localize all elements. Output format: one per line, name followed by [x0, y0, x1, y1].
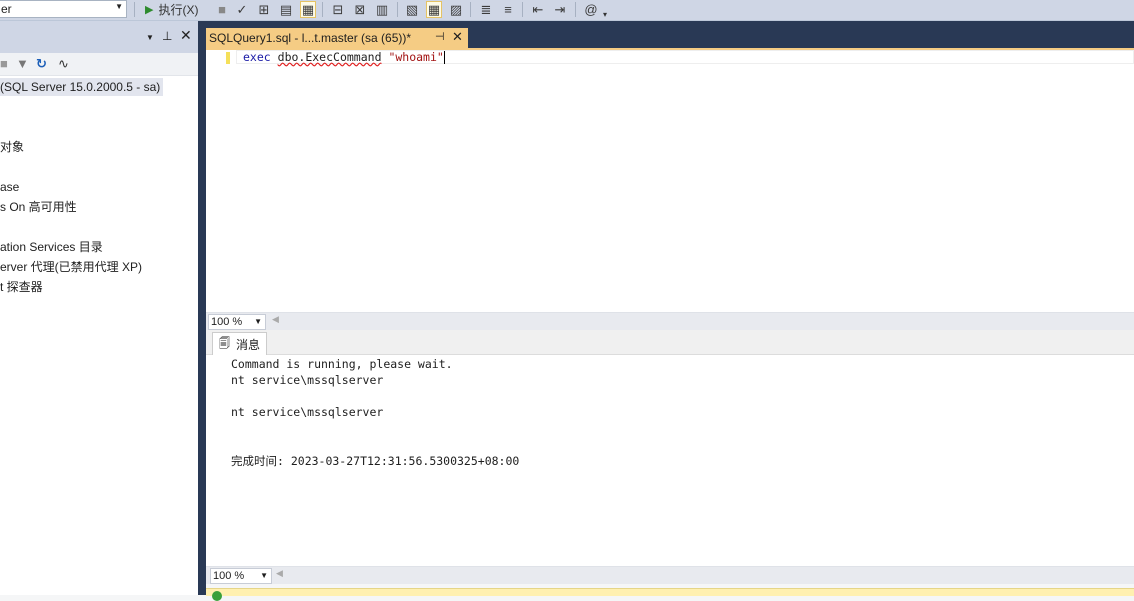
- template-params-icon[interactable]: @: [583, 1, 599, 18]
- editor-margin: [206, 50, 222, 312]
- object-explorer-header: ▼ ⊥ ✕: [0, 21, 198, 53]
- comment-icon[interactable]: ≣: [478, 1, 494, 18]
- query-options-icon[interactable]: ⊟: [330, 1, 346, 18]
- calculator-icon[interactable]: ▦: [300, 1, 316, 18]
- execute-label: 执行(X): [158, 3, 199, 17]
- code-object: dbo.ExecCommand: [277, 50, 382, 64]
- tab-sqlquery1[interactable]: SQLQuery1.sql - l...t.master (sa (65))* …: [206, 28, 468, 48]
- messages-icon: 🗐: [219, 337, 230, 350]
- tab-title: SQLQuery1.sql - l...t.master (sa (65))*: [209, 31, 412, 45]
- close-icon[interactable]: ✕: [452, 29, 463, 45]
- success-icon: [212, 591, 222, 601]
- scroll-left-icon[interactable]: ◀: [276, 568, 283, 579]
- change-indicator: [226, 52, 230, 64]
- messages-tab-label: 消息: [236, 337, 261, 352]
- toolbar-separator: [134, 2, 135, 17]
- filter-icon[interactable]: ▼: [16, 56, 29, 71]
- dropdown-icon[interactable]: ▼: [146, 33, 154, 42]
- check-icon[interactable]: ✓: [234, 1, 250, 18]
- tree-item[interactable]: ase: [0, 178, 19, 196]
- editor-zoom-select[interactable]: 100 % ▼: [208, 314, 266, 330]
- close-icon[interactable]: ✕: [180, 27, 192, 44]
- zoom-value: 100 %: [213, 570, 245, 582]
- object-explorer: ▼ ⊥ ✕ ■ ▼ ↻ ∿ (SQL Server 15.0.2000.5 - …: [0, 21, 198, 595]
- tree-item[interactable]: 对象: [0, 138, 24, 156]
- main-toolbar: er ▼ ▶ 执行(X) ■ ✓ ⊞ ▤ ▦ ⊟ ⊠ ▥ ▧ ▦ ▨ ≣ ≡ ⇤…: [0, 0, 1134, 21]
- tree-item[interactable]: erver 代理(已禁用代理 XP): [0, 258, 142, 276]
- message-line: 完成时间: 2023-03-27T12:31:56.5300325+08:00: [231, 454, 520, 468]
- results-zoom-select[interactable]: 100 % ▼: [210, 568, 272, 584]
- results-file-icon[interactable]: ▨: [448, 1, 464, 18]
- uncomment-icon[interactable]: ≡: [500, 1, 516, 18]
- execute-button[interactable]: ▶ 执行(X): [142, 1, 204, 18]
- toolbar-separator: [575, 2, 576, 17]
- indent-icon[interactable]: ⇥: [552, 1, 568, 18]
- disconnect-icon[interactable]: ■: [0, 56, 8, 71]
- tree-item[interactable]: ation Services 目录: [0, 238, 103, 256]
- tab-messages[interactable]: 🗐 消息: [212, 332, 268, 355]
- toolbar-separator: [470, 2, 471, 17]
- include-plan-icon[interactable]: ⊠: [352, 1, 368, 18]
- refresh-icon[interactable]: ↻: [36, 56, 47, 72]
- messages-pane[interactable]: Command is running, please wait. nt serv…: [206, 355, 1134, 566]
- message-line: Command is running, please wait.: [231, 357, 453, 371]
- code-keyword: exec: [243, 50, 271, 64]
- results-tabbar: 🗐 消息: [206, 330, 1134, 355]
- play-icon: ▶: [145, 4, 154, 16]
- plan-icon[interactable]: ⊞: [256, 1, 272, 18]
- pin-icon[interactable]: ⊣: [435, 30, 445, 43]
- code-string: "whoami": [388, 50, 444, 64]
- message-line: nt service\mssqlserver: [231, 405, 384, 419]
- database-value: er: [1, 2, 12, 16]
- outdent-icon[interactable]: ⇤: [530, 1, 546, 18]
- zoom-value: 100 %: [211, 316, 243, 328]
- splitter[interactable]: [198, 21, 206, 595]
- database-selector[interactable]: er ▼: [0, 0, 127, 18]
- results-grid-icon[interactable]: ▧: [404, 1, 420, 18]
- object-explorer-toolbar: ■ ▼ ↻ ∿: [0, 53, 198, 76]
- activity-icon[interactable]: ∿: [58, 56, 69, 72]
- text-cursor: [443, 51, 445, 64]
- code-line[interactable]: exec dbo.ExecCommand "whoami": [243, 50, 445, 64]
- client-stats-icon[interactable]: ▥: [374, 1, 390, 18]
- pin-icon[interactable]: ⊥: [162, 29, 172, 43]
- tree-item[interactable]: s On 高可用性: [0, 198, 77, 216]
- query-editor[interactable]: exec dbo.ExecCommand "whoami": [206, 50, 1134, 312]
- toolbar-separator: [322, 2, 323, 17]
- chevron-down-icon: ▼: [260, 571, 268, 580]
- toolbar-separator: [397, 2, 398, 17]
- results-grid-selected-icon[interactable]: ▦: [426, 1, 442, 18]
- chevron-down-icon: ▼: [115, 2, 123, 11]
- tree-item[interactable]: t 探查器: [0, 278, 43, 296]
- stop-icon[interactable]: ■: [214, 1, 230, 18]
- message-line: nt service\mssqlserver: [231, 373, 384, 387]
- scroll-left-icon[interactable]: ◀: [272, 314, 279, 325]
- toolbar-separator: [522, 2, 523, 17]
- results-text-icon[interactable]: ▤: [278, 1, 294, 18]
- tree-item-server[interactable]: (SQL Server 15.0.2000.5 - sa): [0, 78, 164, 96]
- editor-zoom-strip: 100 % ▼ ◀: [206, 312, 1134, 330]
- chevron-down-icon: ▼: [254, 317, 262, 326]
- results-zoom-strip: 100 % ▼ ◀: [206, 566, 1134, 584]
